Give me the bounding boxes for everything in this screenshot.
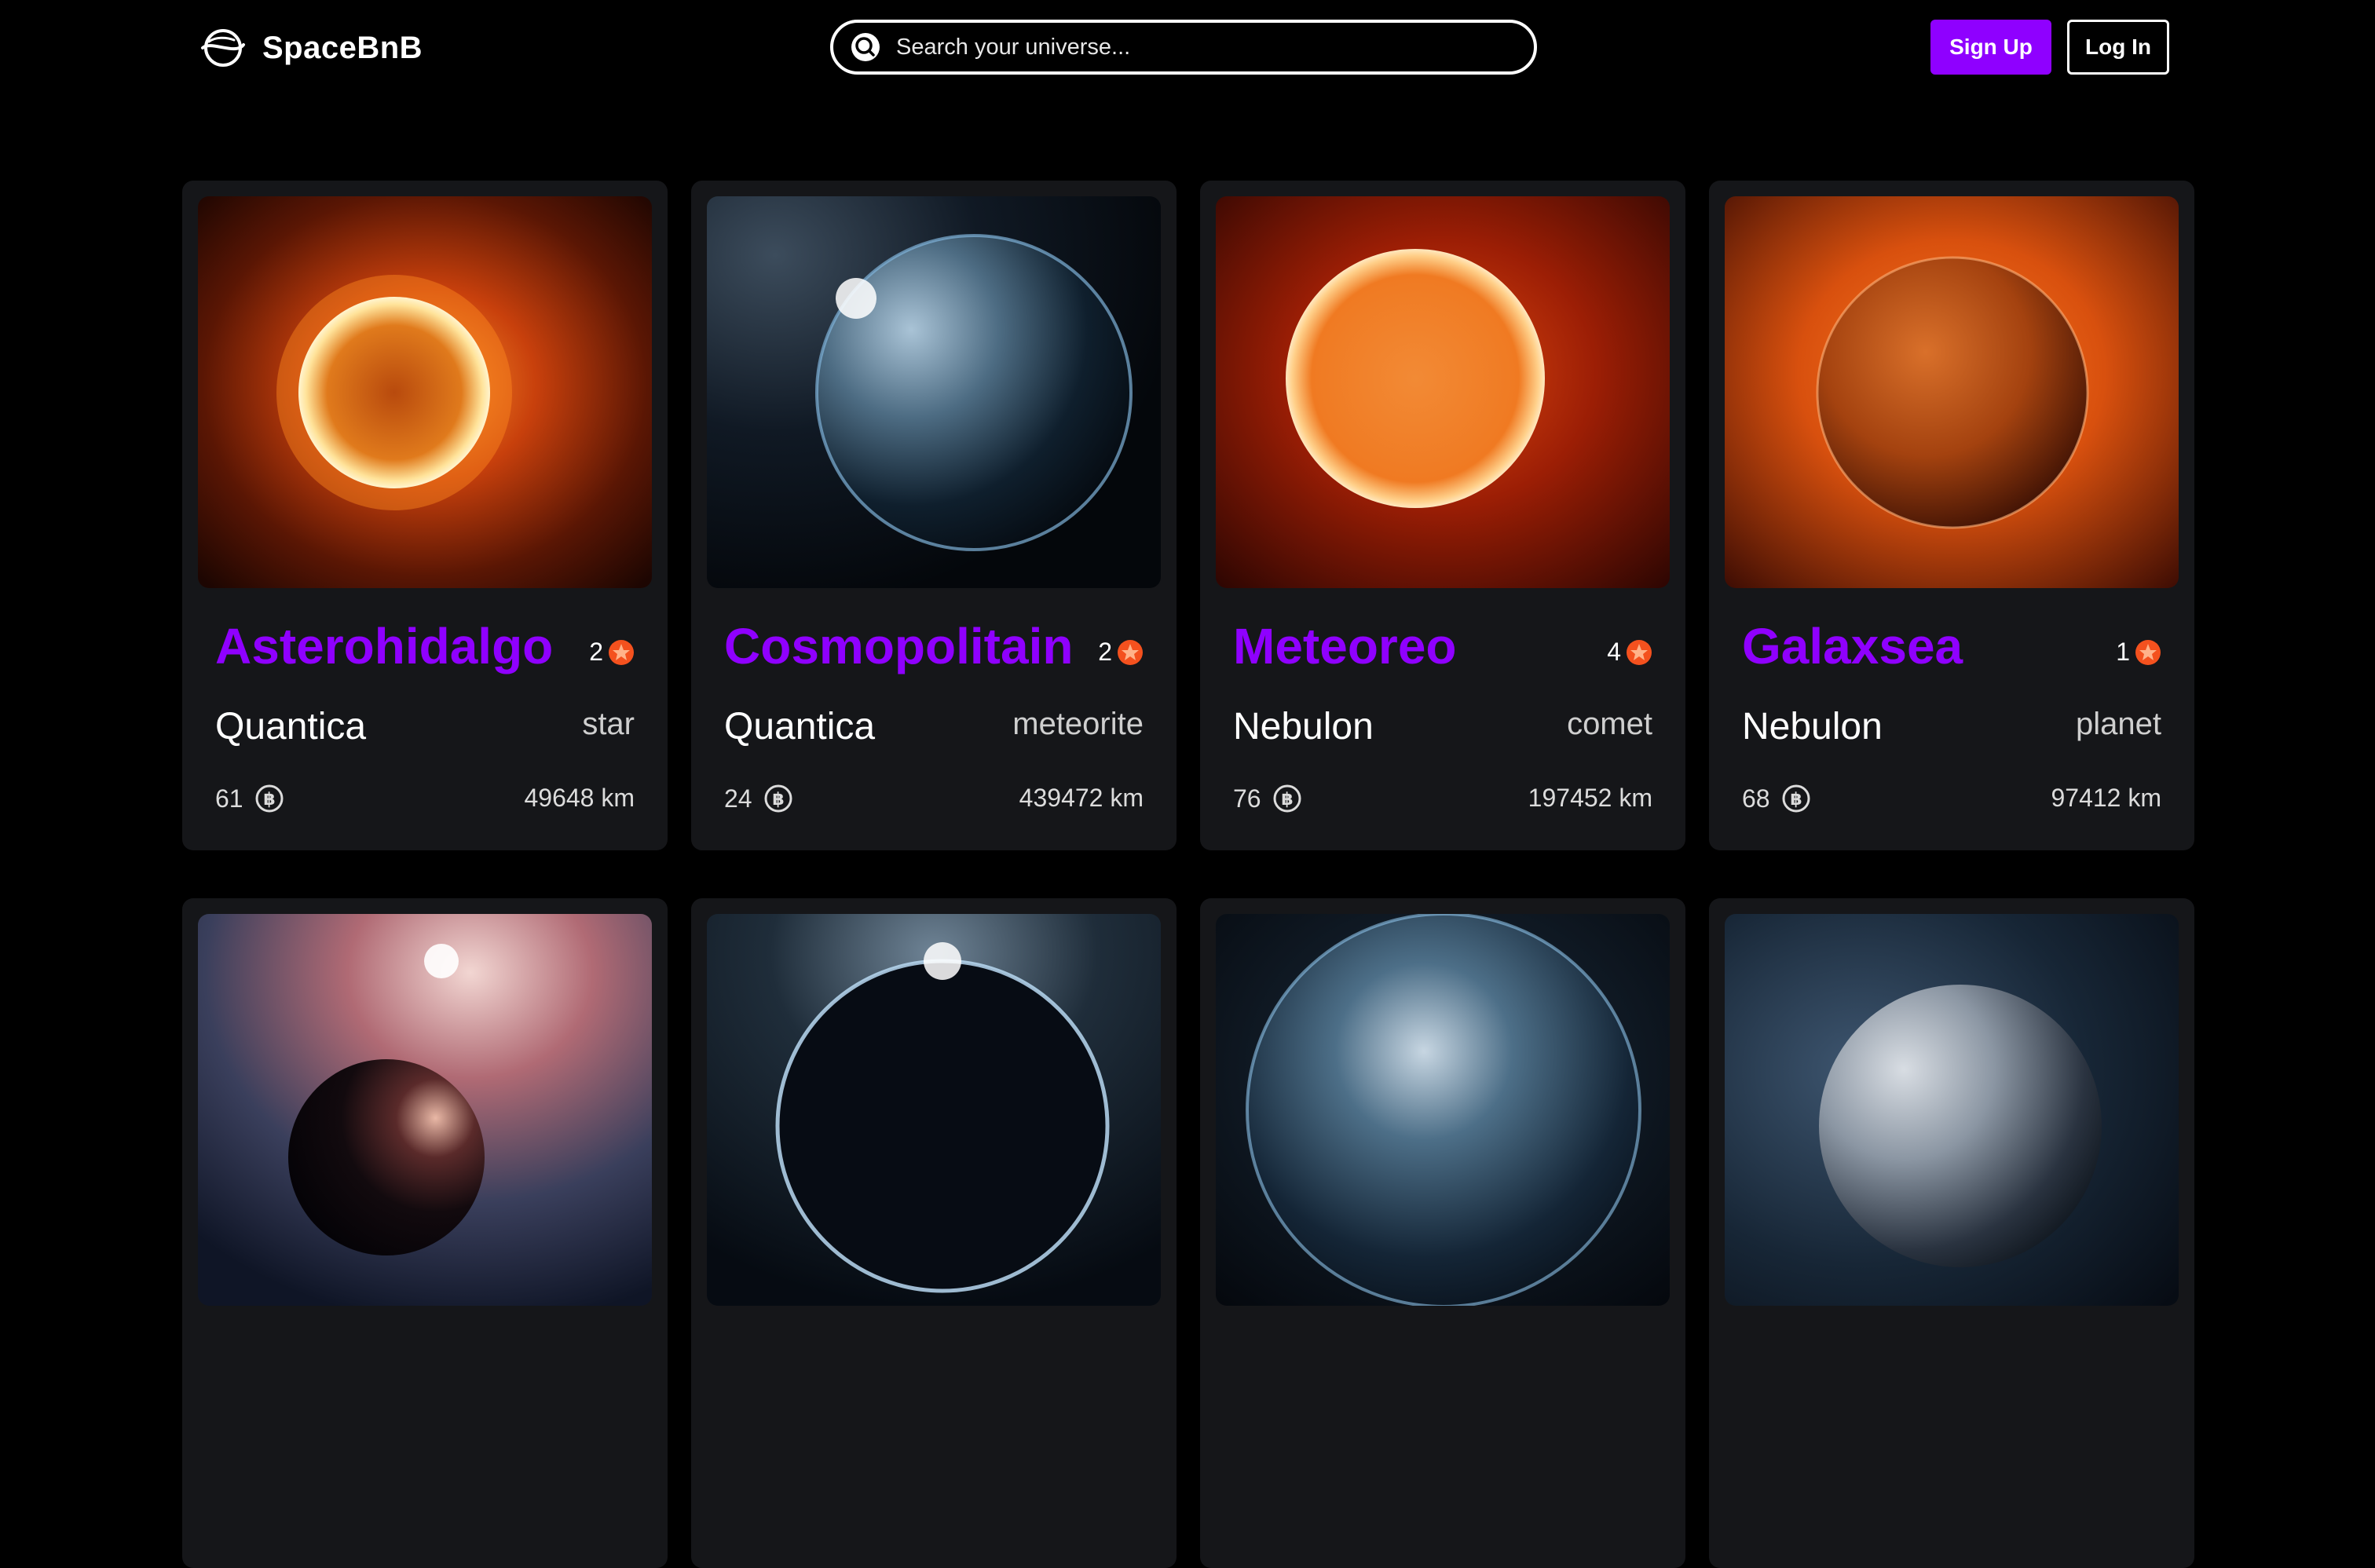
listing-galaxy: Nebulon xyxy=(1742,706,1883,747)
listing-card[interactable] xyxy=(1200,898,1685,1568)
log-in-button[interactable]: Log In xyxy=(2067,20,2169,75)
listing-card[interactable]: Asterohidalgo 2 Quantica star 61 ฿ 49648… xyxy=(182,181,668,850)
search-icon[interactable] xyxy=(849,31,882,64)
listing-distance: 439472 km xyxy=(1019,784,1144,812)
listing-image xyxy=(707,914,1161,1306)
search-bar xyxy=(830,20,1537,75)
listing-distance: 49648 km xyxy=(524,784,635,812)
listing-type: planet xyxy=(2076,707,2161,741)
listing-card[interactable] xyxy=(691,898,1177,1568)
star-badge-icon xyxy=(1118,639,1143,665)
rating-value: 2 xyxy=(1098,638,1112,666)
listing-type: comet xyxy=(1567,707,1652,741)
bitcoin-coin-icon: ฿ xyxy=(255,784,284,813)
listing-rating: 1 xyxy=(2116,638,2161,667)
listing-card[interactable] xyxy=(1709,898,2194,1568)
price-value: 61 xyxy=(215,784,243,813)
bitcoin-coin-icon: ฿ xyxy=(1782,784,1810,813)
listing-image xyxy=(1216,196,1670,588)
price-value: 76 xyxy=(1233,784,1261,813)
rating-value: 4 xyxy=(1607,638,1621,666)
listing-image xyxy=(198,196,652,588)
rating-value: 1 xyxy=(2116,638,2130,666)
listing-card[interactable]: Meteoreo 4 Nebulon comet 76 ฿ 197452 km xyxy=(1200,181,1685,850)
listing-rating: 2 xyxy=(589,638,635,667)
listing-image xyxy=(1216,914,1670,1306)
listing-name: Asterohidalgo xyxy=(215,618,554,674)
bitcoin-coin-icon: ฿ xyxy=(764,784,792,813)
svg-text:฿: ฿ xyxy=(1790,790,1802,810)
price-value: 68 xyxy=(1742,784,1770,813)
rating-value: 2 xyxy=(589,638,603,666)
bitcoin-coin-icon: ฿ xyxy=(1273,784,1301,813)
listing-galaxy: Quantica xyxy=(724,706,876,747)
listing-image xyxy=(198,914,652,1306)
brand-home-link[interactable]: SpaceBnB xyxy=(199,24,423,72)
listing-card[interactable]: Cosmopolitain 2 Quantica meteorite 24 ฿ … xyxy=(691,181,1177,850)
listing-price: 76 ฿ xyxy=(1233,784,1302,813)
listing-galaxy: Nebulon xyxy=(1233,706,1374,747)
listing-image xyxy=(707,196,1161,588)
svg-text:฿: ฿ xyxy=(263,790,275,810)
listing-price: 61 ฿ xyxy=(215,784,284,813)
star-badge-icon xyxy=(609,639,634,665)
listing-rating: 4 xyxy=(1607,638,1652,667)
brand-name: SpaceBnB xyxy=(262,30,423,65)
price-value: 24 xyxy=(724,784,752,813)
star-badge-icon xyxy=(1627,639,1652,665)
listing-galaxy: Quantica xyxy=(215,706,367,747)
sign-up-button[interactable]: Sign Up xyxy=(1930,20,2051,75)
listing-card[interactable]: Galaxsea 1 Nebulon planet 68 ฿ 97412 km xyxy=(1709,181,2194,850)
search-input[interactable] xyxy=(882,23,1534,71)
svg-text:฿: ฿ xyxy=(1281,790,1293,810)
listing-type: meteorite xyxy=(1012,707,1144,741)
listing-name: Cosmopolitain xyxy=(724,618,1074,674)
listing-name: Galaxsea xyxy=(1742,618,1963,674)
top-navbar: SpaceBnB Sign Up Log In xyxy=(0,0,2375,94)
svg-text:฿: ฿ xyxy=(772,790,784,810)
listing-card[interactable] xyxy=(182,898,668,1568)
listing-image xyxy=(1725,914,2179,1306)
listing-price: 68 ฿ xyxy=(1742,784,1811,813)
listing-rating: 2 xyxy=(1098,638,1144,667)
listing-type: star xyxy=(582,707,635,741)
listing-distance: 97412 km xyxy=(2051,784,2161,812)
listing-image xyxy=(1725,196,2179,588)
star-badge-icon xyxy=(2135,639,2161,665)
listing-price: 24 ฿ xyxy=(724,784,793,813)
listing-name: Meteoreo xyxy=(1233,618,1457,674)
listing-distance: 197452 km xyxy=(1528,784,1652,812)
planet-logo-icon xyxy=(201,29,245,67)
